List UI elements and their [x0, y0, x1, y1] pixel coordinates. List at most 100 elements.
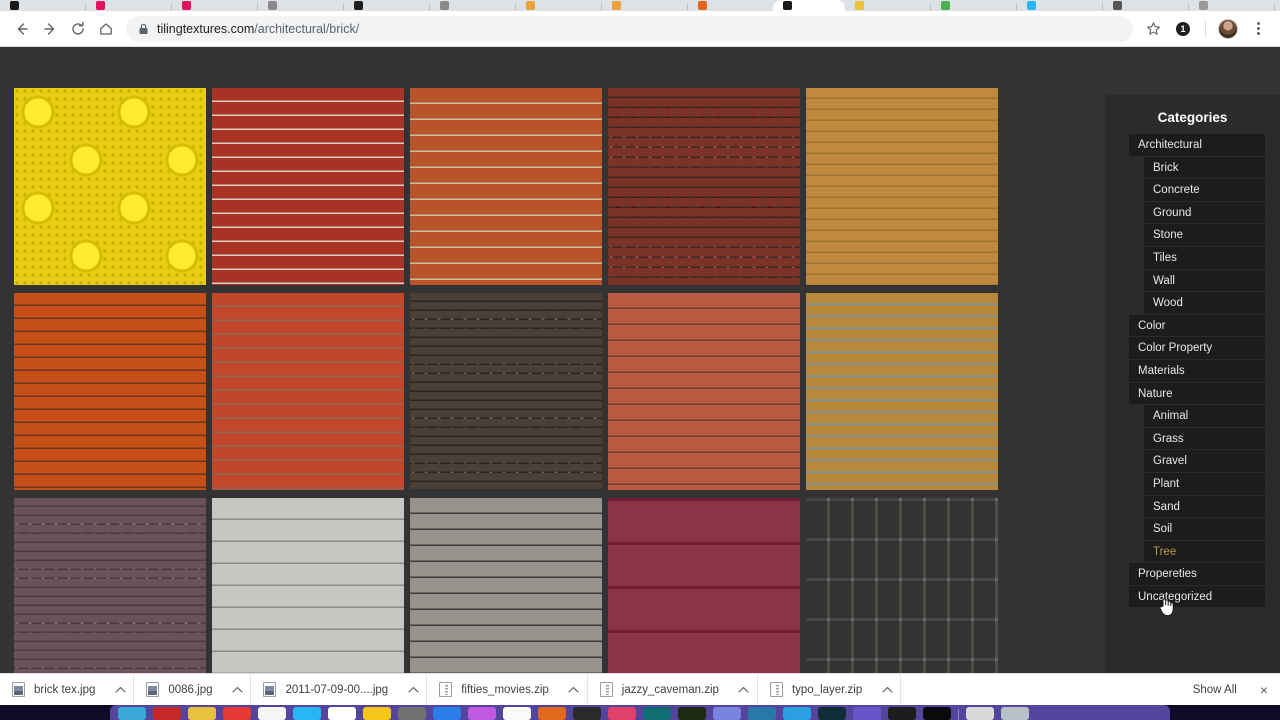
browser-tab[interactable]: [258, 0, 343, 11]
orange-brick-thin-mortar-texture[interactable]: [410, 88, 602, 285]
purple-grey-old-brick-texture[interactable]: [14, 498, 206, 673]
dock-icon-red-app[interactable]: [153, 707, 181, 720]
grey-stone-block-texture[interactable]: [410, 498, 602, 673]
dock-icon-pink-app[interactable]: [608, 707, 636, 720]
dock-icon-purple-diamond[interactable]: [468, 707, 496, 720]
sidebar-item-wood[interactable]: Wood: [1144, 292, 1265, 315]
chevron-up-icon[interactable]: [404, 686, 422, 694]
sidebar-item-materials[interactable]: Materials: [1129, 359, 1265, 383]
dock-icon-blue-circle-app[interactable]: [293, 707, 321, 720]
browser-tab[interactable]: [845, 0, 930, 11]
browser-tab[interactable]: [688, 0, 773, 11]
address-bar[interactable]: tilingtextures.com/architectural/brick/: [126, 15, 1133, 42]
sidebar-item-plant[interactable]: Plant: [1144, 472, 1265, 496]
bright-orange-brick-texture[interactable]: [14, 293, 206, 490]
sidebar-item-wall[interactable]: Wall: [1144, 269, 1265, 293]
red-orange-weathered-brick-texture[interactable]: [212, 293, 404, 490]
dock-icon-printer[interactable]: [966, 707, 994, 720]
avatar[interactable]: [1214, 15, 1242, 43]
sidebar-item-brick[interactable]: Brick: [1144, 156, 1265, 180]
browser-tab[interactable]: [773, 0, 845, 11]
download-item[interactable]: 2011-07-09-00....jpg: [251, 673, 428, 706]
dock-icon-dark-panel[interactable]: [888, 707, 916, 720]
light-grey-concrete-block-texture[interactable]: [212, 498, 404, 673]
dock-icon-yellow-note[interactable]: [363, 707, 391, 720]
download-item[interactable]: 0086.jpg: [134, 673, 252, 706]
dock-icon-red-circle-app[interactable]: [223, 707, 251, 720]
dock-icon-steel-blue-app[interactable]: [748, 707, 776, 720]
sidebar-item-grass[interactable]: Grass: [1144, 427, 1265, 451]
star-icon[interactable]: [1139, 15, 1167, 43]
sidebar-item-color-property[interactable]: Color Property: [1129, 337, 1265, 360]
sidebar-item-tiles[interactable]: Tiles: [1144, 246, 1265, 270]
download-item[interactable]: typo_layer.zip: [758, 673, 902, 706]
chevron-up-icon[interactable]: [565, 686, 583, 694]
browser-tab[interactable]: [172, 0, 257, 11]
dock-icon-dark-circle[interactable]: [573, 707, 601, 720]
close-icon[interactable]: ×: [1260, 683, 1268, 697]
sidebar-item-tree[interactable]: Tree: [1144, 540, 1265, 564]
browser-tab[interactable]: [344, 0, 429, 11]
yellow-tactile-paving-texture[interactable]: [14, 88, 206, 285]
tan-orange-brick-texture[interactable]: [806, 88, 998, 285]
browser-tab[interactable]: [430, 0, 515, 11]
dock-icon-grey-sphere[interactable]: [398, 707, 426, 720]
dock-icon-black-screen[interactable]: [923, 707, 951, 720]
sidebar-item-nature[interactable]: Nature: [1129, 382, 1265, 406]
sidebar-item-architectural[interactable]: Architectural: [1129, 134, 1265, 157]
browser-tab[interactable]: [602, 0, 687, 11]
downloads-button[interactable]: 1: [1169, 15, 1197, 43]
chevron-up-icon[interactable]: [735, 686, 753, 694]
download-item[interactable]: brick tex.jpg: [0, 673, 135, 706]
dock-icon-sky-app[interactable]: [783, 707, 811, 720]
sidebar-item-uncategorized[interactable]: Uncategorized: [1129, 585, 1265, 609]
back-button[interactable]: [8, 15, 36, 43]
dock-icon-finder[interactable]: [118, 707, 146, 720]
chevron-up-icon[interactable]: [878, 686, 896, 694]
browser-tab[interactable]: [1103, 0, 1188, 11]
sidebar-item-color[interactable]: Color: [1129, 314, 1265, 338]
sidebar-item-gravel[interactable]: Gravel: [1144, 450, 1265, 473]
dock-icon-white-window[interactable]: [503, 707, 531, 720]
dock-icon-yellow-app[interactable]: [188, 707, 216, 720]
browser-tab[interactable]: [1017, 0, 1102, 11]
download-item[interactable]: jazzy_caveman.zip: [588, 673, 758, 706]
sidebar-item-concrete[interactable]: Concrete: [1144, 179, 1265, 202]
chevron-up-icon[interactable]: [228, 686, 246, 694]
sidebar-item-animal[interactable]: Animal: [1144, 405, 1265, 428]
dock-icon-teal-app[interactable]: [643, 707, 671, 720]
sidebar-item-soil[interactable]: Soil: [1144, 518, 1265, 541]
sidebar-item-ground[interactable]: Ground: [1144, 201, 1265, 225]
salmon-red-brick-texture[interactable]: [608, 293, 800, 490]
sidebar-item-stone[interactable]: Stone: [1144, 224, 1265, 247]
dock-icon-green-circle-app[interactable]: [328, 707, 356, 720]
download-item[interactable]: fifties_movies.zip: [427, 673, 588, 706]
kebab-menu-icon[interactable]: [1244, 15, 1272, 43]
dock-icon-white-doc[interactable]: [258, 707, 286, 720]
red-brick-white-mortar-texture[interactable]: [212, 88, 404, 285]
ochre-brick-blue-mortar-texture[interactable]: [806, 293, 998, 490]
home-button[interactable]: [92, 15, 120, 43]
dock-icon-periwinkle-app[interactable]: [713, 707, 741, 720]
forward-button[interactable]: [36, 15, 64, 43]
sidebar-item-propereties[interactable]: Propereties: [1129, 563, 1265, 586]
browser-tab[interactable]: [931, 0, 1016, 11]
dock-icon-cyan-ring-app[interactable]: [818, 707, 846, 720]
dock-icon-green-outline-app[interactable]: [678, 707, 706, 720]
grey-cobblestone-paver-texture[interactable]: [806, 498, 998, 673]
browser-tab[interactable]: [86, 0, 171, 11]
purple-red-basketweave-brick-texture[interactable]: [608, 498, 800, 673]
dark-rustic-red-brick-texture[interactable]: [608, 88, 800, 285]
chevron-up-icon[interactable]: [111, 686, 129, 694]
dock-icon-orange-app[interactable]: [538, 707, 566, 720]
reload-button[interactable]: [64, 15, 92, 43]
dock-icon-violet-dot[interactable]: [853, 707, 881, 720]
show-all-button[interactable]: Show All: [1182, 679, 1248, 701]
browser-tab[interactable]: [0, 0, 85, 11]
browser-tab[interactable]: [516, 0, 601, 11]
dock-icon-trash[interactable]: [1001, 707, 1029, 720]
dock-icon-globe[interactable]: [433, 707, 461, 720]
dark-charcoal-brick-texture[interactable]: [410, 293, 602, 490]
sidebar-item-sand[interactable]: Sand: [1144, 495, 1265, 519]
browser-tab[interactable]: [1189, 0, 1274, 11]
